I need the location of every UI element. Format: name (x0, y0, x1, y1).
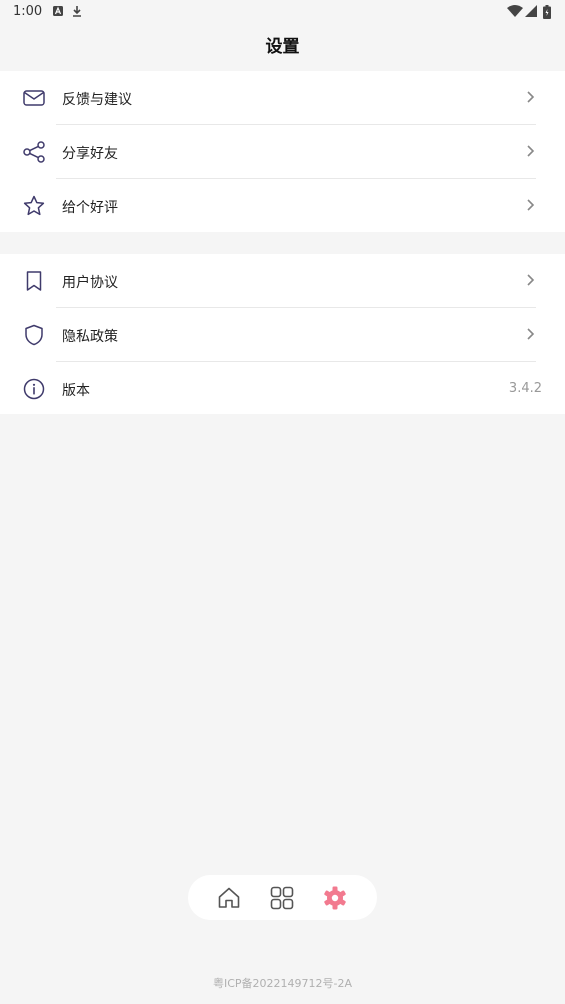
chevron-right-icon (527, 91, 535, 103)
status-bar: 1:00 (0, 0, 565, 24)
chevron-right-icon (527, 199, 535, 211)
mail-icon (23, 90, 45, 106)
settings-item-label: 反馈与建议 (62, 92, 132, 108)
signal-icon (525, 5, 537, 17)
bottom-tab-bar (188, 875, 377, 920)
battery-icon (543, 5, 551, 19)
settings-group-about: 用户协议 隐私政策 版本 3.4.2 (0, 254, 565, 414)
home-icon[interactable] (216, 885, 242, 911)
settings-item-user-agreement[interactable]: 用户协议 (0, 254, 565, 307)
icp-footer[interactable]: 粤ICP备2022149712号-2A (0, 975, 565, 991)
settings-item-feedback[interactable]: 反馈与建议 (0, 71, 565, 124)
chevron-right-icon (527, 328, 535, 340)
settings-item-label: 用户协议 (62, 275, 118, 291)
settings-item-version[interactable]: 版本 3.4.2 (0, 362, 565, 415)
shield-icon (25, 324, 43, 346)
settings-item-label: 分享好友 (62, 146, 118, 162)
info-icon (23, 378, 45, 400)
share-icon (23, 141, 45, 163)
version-value: 3.4.2 (508, 381, 542, 396)
star-icon (23, 195, 45, 216)
chevron-right-icon (527, 274, 535, 286)
settings-group-general: 反馈与建议 分享好友 给个好评 (0, 71, 565, 232)
gear-icon[interactable] (322, 885, 348, 911)
download-icon (73, 6, 81, 17)
grid-icon[interactable] (269, 885, 295, 911)
settings-item-share[interactable]: 分享好友 (0, 125, 565, 178)
settings-item-label: 给个好评 (62, 200, 118, 216)
wifi-icon (507, 5, 523, 17)
settings-item-label: 隐私政策 (62, 329, 118, 345)
bookmark-icon (26, 271, 42, 291)
settings-item-privacy-policy[interactable]: 隐私政策 (0, 308, 565, 361)
status-time: 1:00 (13, 4, 43, 19)
settings-item-rate[interactable]: 给个好评 (0, 179, 565, 232)
page-title: 设置 (265, 37, 300, 57)
a-icon (53, 6, 63, 16)
chevron-right-icon (527, 145, 535, 157)
settings-item-label: 版本 (62, 383, 90, 399)
